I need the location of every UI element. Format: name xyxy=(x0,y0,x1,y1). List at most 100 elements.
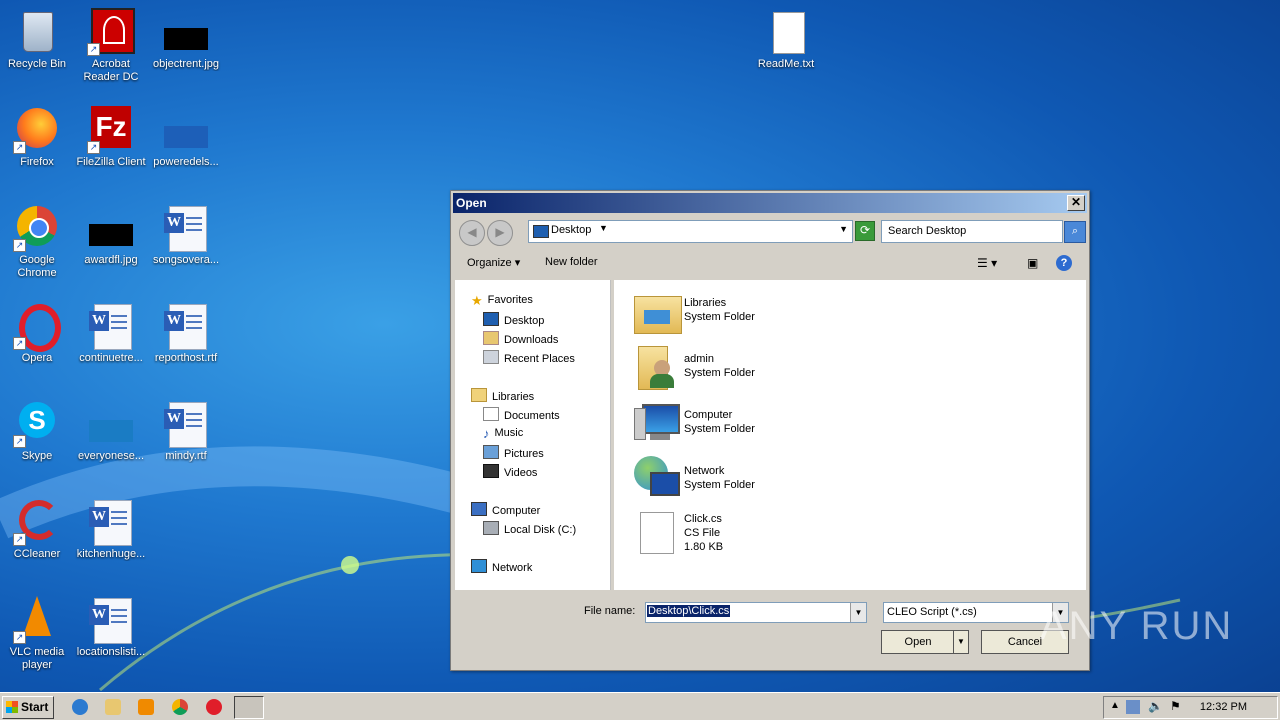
address-dropdown-icon[interactable]: ▼ xyxy=(839,224,848,234)
desktop-icon-objectrent[interactable]: objectrent.jpg xyxy=(149,8,223,71)
desktop-icon-locationslisti[interactable]: W locationslisti... xyxy=(74,596,148,659)
file-name-value: Desktop\Click.cs xyxy=(647,605,731,617)
desktop-icon-everyonese[interactable]: everyonese... xyxy=(74,400,148,463)
network-folder-icon xyxy=(634,456,680,502)
desktop-icon-mindy[interactable]: W mindy.rtf xyxy=(149,400,223,463)
ie-icon[interactable] xyxy=(72,699,88,715)
opera-icon: ↗ xyxy=(13,302,61,352)
forward-button[interactable]: ▶ xyxy=(487,220,513,246)
search-icon[interactable]: ⌕ xyxy=(1064,221,1086,243)
text-file-icon xyxy=(762,8,810,56)
file-item-click-cs[interactable]: Click.cs CS File 1.80 KB xyxy=(634,510,934,562)
nav-item-documents[interactable]: Documents xyxy=(483,407,560,422)
back-button[interactable]: ◀ xyxy=(459,220,485,246)
nav-item-network[interactable]: Network xyxy=(471,559,532,574)
volume-icon[interactable]: 🔈 xyxy=(1148,699,1163,713)
search-box[interactable]: Search Desktop ⌕ xyxy=(881,220,1086,243)
nav-item-recent-places[interactable]: Recent Places xyxy=(483,350,575,365)
documents-icon xyxy=(483,407,499,421)
close-button[interactable]: ✕ xyxy=(1067,195,1085,211)
chrome-taskbar-icon[interactable] xyxy=(172,699,188,715)
disk-icon xyxy=(483,521,499,535)
clock[interactable]: 12:32 PM xyxy=(1200,701,1247,713)
system-tray: ▲ 🔈 ⚑ 12:32 PM xyxy=(1103,696,1278,719)
nav-item-pictures[interactable]: Pictures xyxy=(483,445,544,460)
open-split-arrow-icon[interactable]: ▼ xyxy=(953,630,969,654)
desktop-icon-skype[interactable]: S ↗ Skype xyxy=(0,400,74,463)
recent-places-icon xyxy=(483,350,499,364)
desktop-icon-acrobat[interactable]: ↗ Acrobat Reader DC xyxy=(74,8,148,84)
computer-folder-icon xyxy=(634,400,680,446)
desktop-icon-songsovera[interactable]: W songsovera... xyxy=(149,204,223,267)
computer-icon xyxy=(471,502,487,516)
dialog-titlebar[interactable]: Open ✕ xyxy=(453,193,1087,213)
image-icon xyxy=(87,400,135,448)
chrome-icon: ↗ xyxy=(13,204,61,252)
file-type-value: CLEO Script (*.cs) xyxy=(887,606,977,618)
file-item-computer[interactable]: Computer System Folder xyxy=(634,400,934,452)
address-bar[interactable]: Desktop ▼ ▼ xyxy=(528,220,853,243)
file-item-admin[interactable]: admin System Folder xyxy=(634,344,934,396)
acrobat-icon: ↗ xyxy=(87,8,135,56)
tray-expand-icon[interactable]: ▲ xyxy=(1110,700,1120,711)
open-dialog: Open ✕ ◀ ▶ Desktop ▼ ▼ ⟳ Search Desktop … xyxy=(450,190,1090,671)
nav-item-favorites[interactable]: ★ Favorites xyxy=(471,293,533,308)
file-name-dropdown-icon[interactable]: ▼ xyxy=(850,603,866,622)
nav-item-local-disk[interactable]: Local Disk (C:) xyxy=(483,521,576,536)
desktop-icon-filezilla[interactable]: Fz ↗ FileZilla Client xyxy=(74,106,148,169)
help-icon[interactable]: ? xyxy=(1056,255,1072,271)
open-button[interactable]: Open xyxy=(881,630,955,654)
nav-item-libraries[interactable]: Libraries xyxy=(471,388,534,403)
desktop-icon xyxy=(483,312,499,326)
desktop-icon-vlc[interactable]: ↗ VLC media player xyxy=(0,596,74,672)
videos-icon xyxy=(483,464,499,478)
desktop-icon-firefox[interactable]: ↗ Firefox xyxy=(0,106,74,169)
vlc-icon: ↗ xyxy=(13,596,61,644)
nav-item-computer[interactable]: Computer xyxy=(471,502,540,517)
navigation-bar: ◀ ▶ Desktop ▼ ▼ ⟳ Search Desktop ⌕ xyxy=(453,215,1087,247)
desktop-icon-continuetre[interactable]: W continuetre... xyxy=(74,302,148,365)
media-player-icon[interactable] xyxy=(138,699,154,715)
organize-button[interactable]: Organize ▾ xyxy=(467,256,520,269)
desktop-icon-recycle-bin[interactable]: Recycle Bin xyxy=(0,8,74,71)
desktop-icon-poweredels[interactable]: poweredels... xyxy=(149,106,223,169)
desktop-icon-kitchenhuge[interactable]: W kitchenhuge... xyxy=(74,498,148,561)
start-button[interactable]: Start xyxy=(2,696,54,719)
nav-item-music[interactable]: ♪ Music xyxy=(483,426,523,441)
desktop-icon-readme[interactable]: ReadMe.txt xyxy=(749,8,823,71)
breadcrumb-arrow-icon[interactable]: ▼ xyxy=(599,223,608,233)
nav-item-videos[interactable]: Videos xyxy=(483,464,537,479)
generic-file-icon xyxy=(634,510,680,556)
desktop-icon-reporthost[interactable]: W reporthost.rtf xyxy=(149,302,223,365)
nav-item-desktop[interactable]: Desktop xyxy=(483,312,544,327)
desktop-icon-ccleaner[interactable]: ↗ CCleaner xyxy=(0,498,74,561)
active-window-button[interactable] xyxy=(234,696,264,719)
network-tray-icon[interactable] xyxy=(1126,700,1140,714)
view-options-icon[interactable]: ☰ ▾ xyxy=(977,256,997,270)
opera-taskbar-icon[interactable] xyxy=(206,699,222,715)
libraries-folder-icon xyxy=(634,288,682,334)
dialog-title: Open xyxy=(456,196,487,210)
ccleaner-icon: ↗ xyxy=(13,498,61,546)
skype-icon: S ↗ xyxy=(13,400,61,448)
action-center-flag-icon[interactable]: ⚑ xyxy=(1170,699,1181,713)
desktop-icon-chrome[interactable]: ↗ Google Chrome xyxy=(0,204,74,280)
desktop-folder-icon xyxy=(533,225,549,238)
filezilla-icon: Fz ↗ xyxy=(87,106,135,154)
image-icon xyxy=(162,106,210,154)
refresh-button[interactable]: ⟳ xyxy=(855,221,875,241)
file-item-libraries[interactable]: Libraries System Folder xyxy=(634,288,934,340)
new-folder-button[interactable]: New folder xyxy=(545,256,598,268)
desktop-icon-opera[interactable]: ↗ Opera xyxy=(0,302,74,365)
dialog-footer: File name: Desktop\Click.cs ▼ CLEO Scrip… xyxy=(453,591,1087,667)
word-doc-icon: W xyxy=(87,302,135,350)
file-item-network[interactable]: Network System Folder xyxy=(634,456,934,508)
address-text: Desktop xyxy=(551,224,592,236)
explorer-icon[interactable] xyxy=(105,699,121,715)
image-icon xyxy=(162,8,210,56)
desktop-icon-awardfl[interactable]: awardfl.jpg xyxy=(74,204,148,267)
preview-pane-icon[interactable]: ▣ xyxy=(1027,256,1038,270)
search-input[interactable]: Search Desktop xyxy=(888,225,966,237)
file-name-input[interactable]: Desktop\Click.cs ▼ xyxy=(645,602,867,623)
nav-item-downloads[interactable]: Downloads xyxy=(483,331,558,346)
